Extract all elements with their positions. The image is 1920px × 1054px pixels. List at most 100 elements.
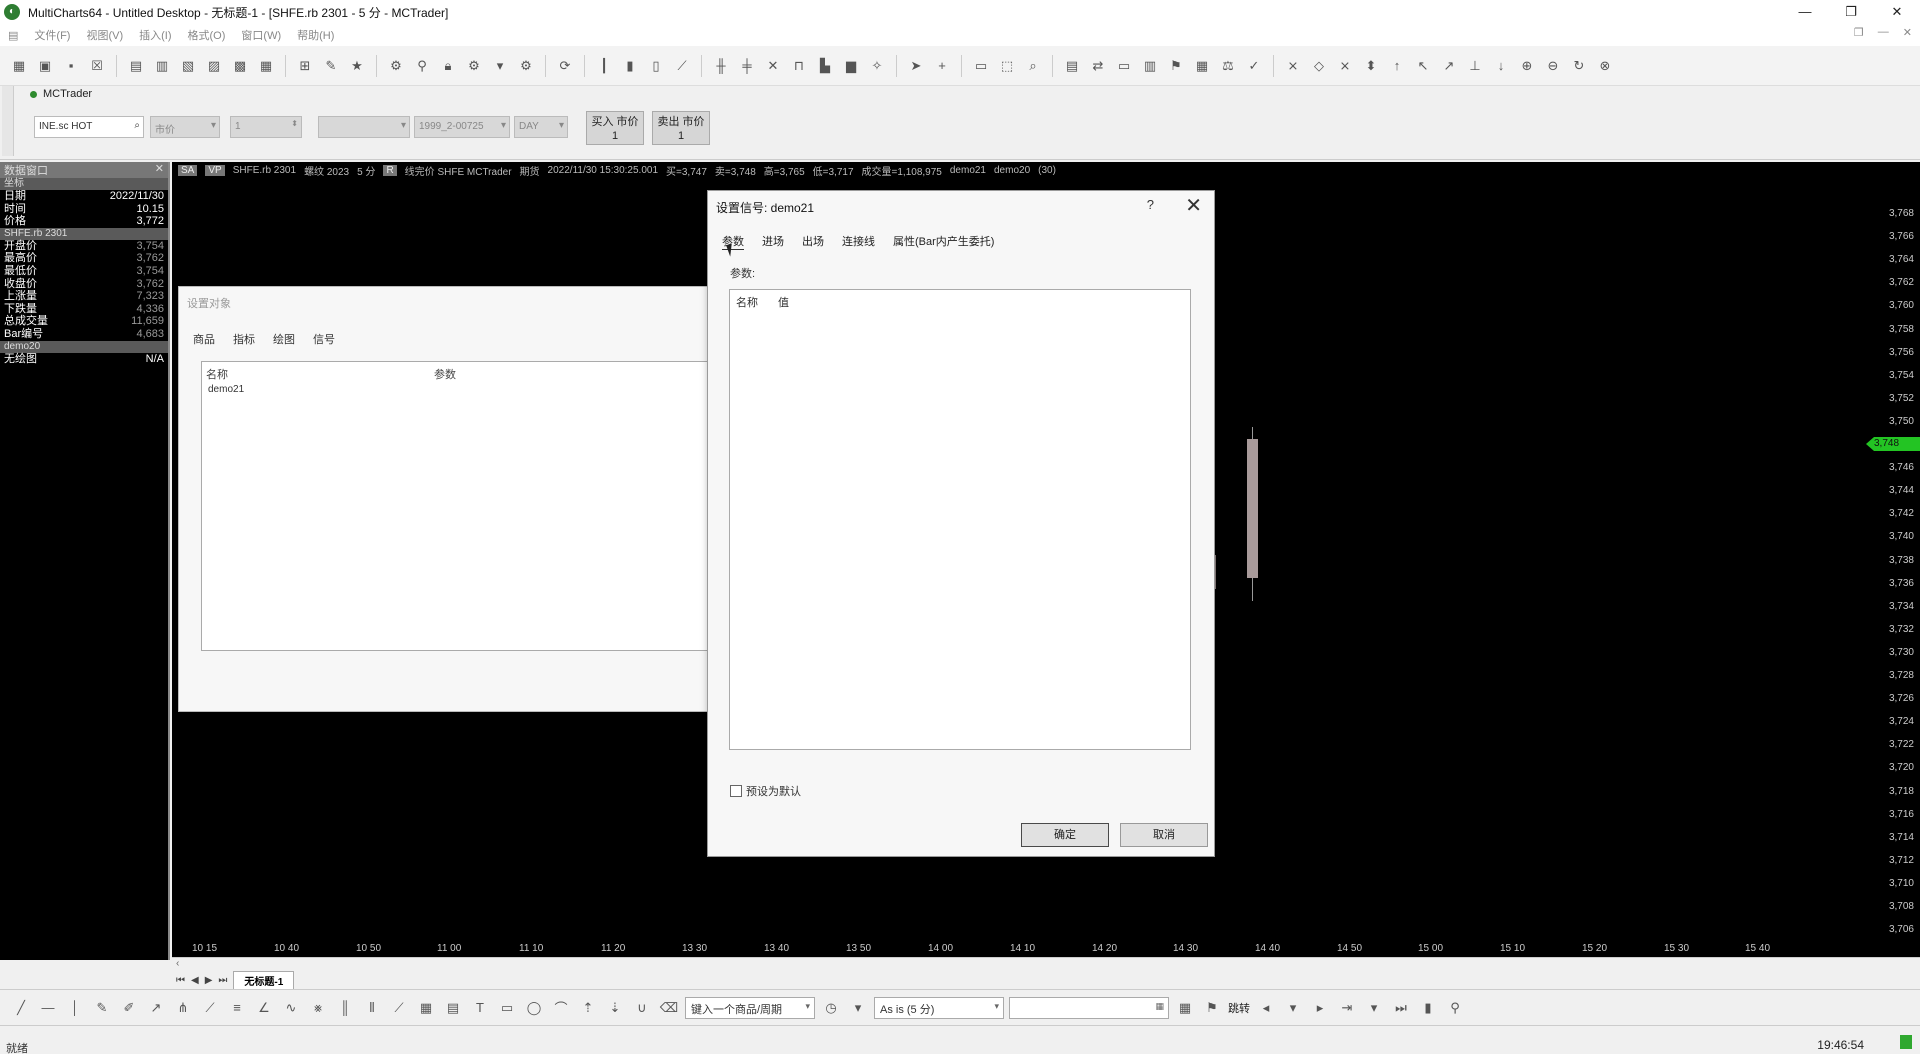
menu-file[interactable]: 文件(F): [26, 27, 78, 43]
prev-sheet-icon[interactable]: ◀: [191, 975, 199, 986]
alert-icon[interactable]: ⚑: [1165, 55, 1187, 77]
gann-icon[interactable]: ⨳: [307, 997, 329, 1019]
zoom-out-icon[interactable]: ⊖: [1542, 55, 1564, 77]
back-icon[interactable]: ◂: [1255, 997, 1277, 1019]
fork-icon[interactable]: ⋔: [172, 997, 194, 1019]
sell-market-button[interactable]: 卖出 市价 1: [652, 111, 710, 145]
mdi-restore-icon[interactable]: ❐: [1854, 26, 1864, 39]
list-item[interactable]: demo21: [208, 384, 244, 395]
marker-down-icon[interactable]: ⇣: [604, 997, 626, 1019]
chart-trading-icon[interactable]: ▦: [1191, 55, 1213, 77]
up-arrow-icon[interactable]: ↑: [1386, 55, 1408, 77]
tab-exits[interactable]: 出场: [802, 233, 824, 250]
last-sheet-icon[interactable]: ⏭: [218, 975, 227, 986]
ellipse-icon[interactable]: ◯: [523, 997, 545, 1019]
tab-drawings[interactable]: 绘图: [273, 331, 295, 347]
scroll-left-icon[interactable]: ⨯: [1282, 55, 1304, 77]
new-chart-icon[interactable]: ▦: [8, 55, 30, 77]
dropdown-arrow-icon[interactable]: ▾: [489, 55, 511, 77]
brush-icon[interactable]: ✐: [118, 997, 140, 1019]
order-icon[interactable]: ⇄: [1087, 55, 1109, 77]
calc-icon[interactable]: ⚙: [515, 55, 537, 77]
vp-badge[interactable]: VP: [205, 164, 225, 176]
back-dropdown-icon[interactable]: ▾: [1282, 997, 1304, 1019]
params-grid[interactable]: 名称 值: [729, 289, 1191, 750]
volume-icon[interactable]: ▆: [840, 55, 862, 77]
menu-window[interactable]: 窗口(W): [233, 27, 289, 43]
updown-icon[interactable]: ⬍: [1360, 55, 1382, 77]
magnifier-icon[interactable]: ⌕: [1022, 55, 1044, 77]
menu-insert[interactable]: 插入(I): [131, 27, 179, 43]
rectangle-icon[interactable]: ▭: [496, 997, 518, 1019]
ohlc-icon[interactable]: ╫: [710, 55, 732, 77]
horizontal-line-icon[interactable]: —: [37, 997, 59, 1019]
scanner-icon[interactable]: ▧: [177, 55, 199, 77]
anchor-icon[interactable]: ⊥: [1464, 55, 1486, 77]
time-zone-icon[interactable]: ⫴: [361, 997, 383, 1019]
account-select[interactable]: 1999_2-00725 ▾: [414, 116, 510, 138]
quantity-stepper[interactable]: 1 ⬍: [230, 116, 302, 138]
candle-chart-icon[interactable]: ▮: [619, 55, 641, 77]
buy-market-button[interactable]: 买入 市价 1: [586, 111, 644, 145]
zoom-slider-icon[interactable]: ▮: [1417, 997, 1439, 1019]
sheet-tab-active[interactable]: 无标题-1: [233, 971, 295, 989]
crosshair-icon[interactable]: +: [931, 55, 953, 77]
cancel-button[interactable]: 取消: [1120, 823, 1208, 847]
date-combo[interactable]: ▦: [1009, 996, 1169, 1019]
maximize-button[interactable]: ❐: [1828, 0, 1874, 24]
scroll-left-icon[interactable]: ‹: [176, 958, 179, 969]
position-icon[interactable]: ▭: [1113, 55, 1135, 77]
signals-list[interactable]: 名称 参数 demo21: [201, 361, 709, 651]
arrow-line-icon[interactable]: ↗: [145, 997, 167, 1019]
tab-signals[interactable]: 信号: [313, 331, 335, 347]
edit-icon[interactable]: ✎: [320, 55, 342, 77]
end-icon[interactable]: ⏭: [1390, 997, 1412, 1019]
channel-icon[interactable]: ≡: [226, 997, 248, 1019]
jump-button[interactable]: 跳转: [1228, 1000, 1250, 1016]
hlc-icon[interactable]: ╪: [736, 55, 758, 77]
walk-icon[interactable]: ✧: [866, 55, 888, 77]
comment-icon[interactable]: ▭: [970, 55, 992, 77]
angle-icon[interactable]: ∠: [253, 997, 275, 1019]
grid-icon[interactable]: ▩: [229, 55, 251, 77]
fib-icon[interactable]: ║: [334, 997, 356, 1019]
tab-instruments[interactable]: 商品: [193, 331, 215, 347]
ray-icon[interactable]: ⟋: [199, 997, 221, 1019]
search-icon[interactable]: ⌕: [134, 120, 140, 131]
data-window-close-icon[interactable]: ✕: [155, 162, 164, 178]
menu-view[interactable]: 视图(V): [78, 27, 131, 43]
clock-icon[interactable]: ◷: [820, 997, 842, 1019]
jump-icon[interactable]: ⚑: [1201, 997, 1223, 1019]
symbol-input[interactable]: INE.sc HOT ⌕: [34, 116, 144, 138]
forward-icon[interactable]: ▸: [1309, 997, 1331, 1019]
default-checkbox-row[interactable]: 预设为默认: [730, 783, 801, 799]
lock-icon[interactable]: 🔒︎: [437, 55, 459, 77]
tab-properties[interactable]: 属性(Bar内产生委托): [893, 233, 994, 250]
r-badge[interactable]: R: [383, 164, 397, 176]
time-axis[interactable]: 10 15 10 40 10 50 11 00 11 10 11 20 13 30 13 40…: [172, 940, 1868, 957]
mdi-close-icon[interactable]: ✕: [1903, 26, 1912, 39]
line-chart-icon[interactable]: ⟋: [671, 55, 693, 77]
order-type-select[interactable]: 市价 ▾: [150, 116, 220, 138]
grid-draw-icon[interactable]: ▦: [415, 997, 437, 1019]
arc-icon[interactable]: ⌒: [550, 997, 572, 1019]
diag-arrow2-icon[interactable]: ↗: [1438, 55, 1460, 77]
expand-icon[interactable]: ◇: [1308, 55, 1330, 77]
insert-study-icon[interactable]: ⊞: [294, 55, 316, 77]
diag-arrow-icon[interactable]: ↖: [1412, 55, 1434, 77]
asis-combo[interactable]: As is (5 分) ▾: [874, 996, 1004, 1019]
minimize-button[interactable]: —: [1782, 0, 1828, 24]
trendline-icon[interactable]: ╱: [10, 997, 32, 1019]
rotate-icon[interactable]: ↻: [1568, 55, 1590, 77]
star-icon[interactable]: ★: [346, 55, 368, 77]
renko-icon[interactable]: ▙: [814, 55, 836, 77]
calendar-icon[interactable]: ▦: [1155, 1001, 1164, 1012]
compress-icon[interactable]: ⨯: [1334, 55, 1356, 77]
new-window-icon[interactable]: ▣: [34, 55, 56, 77]
symbol-period-combo[interactable]: 键入一个商品/周期 ▾: [685, 996, 815, 1019]
tile-icon[interactable]: ▦: [255, 55, 277, 77]
date-picker-icon[interactable]: ▦: [1174, 997, 1196, 1019]
trade-panel-icon[interactable]: ▤: [1061, 55, 1083, 77]
text-icon[interactable]: T: [469, 997, 491, 1019]
gear-icon[interactable]: ⚙: [463, 55, 485, 77]
